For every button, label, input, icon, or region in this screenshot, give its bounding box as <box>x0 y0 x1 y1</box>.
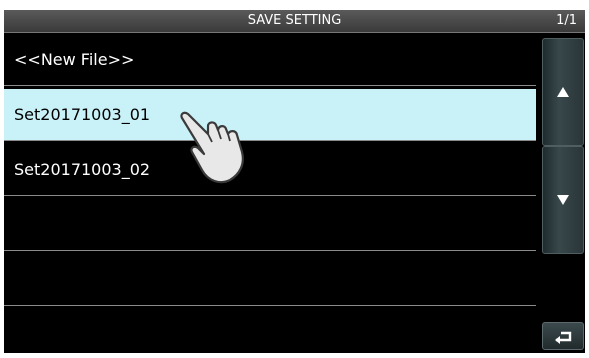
list-item-empty[interactable] <box>4 309 536 353</box>
list-item-empty[interactable] <box>4 199 536 251</box>
up-triangle-icon <box>557 87 569 97</box>
list-item-new-file[interactable]: <<New File>> <box>4 34 536 86</box>
down-triangle-icon <box>557 195 569 205</box>
back-button[interactable] <box>542 322 584 350</box>
list-item-set20171003-02[interactable]: Set20171003_02 <box>4 144 536 196</box>
title-bar: SAVE SETTING 1/1 <box>4 10 585 33</box>
return-arrow-icon <box>555 331 572 344</box>
list-item-empty[interactable] <box>4 254 536 306</box>
page-indicator: 1/1 <box>556 13 577 28</box>
file-list: <<New File>> Set20171003_01 Set20171003_… <box>4 34 536 353</box>
list-item-set20171003-01[interactable]: Set20171003_01 <box>4 89 536 141</box>
scroll-down-button[interactable] <box>542 146 584 254</box>
save-setting-screen: SAVE SETTING 1/1 <<New File>> Set2017100… <box>4 10 585 353</box>
screen-title: SAVE SETTING <box>247 13 342 28</box>
scroll-up-button[interactable] <box>542 38 584 146</box>
